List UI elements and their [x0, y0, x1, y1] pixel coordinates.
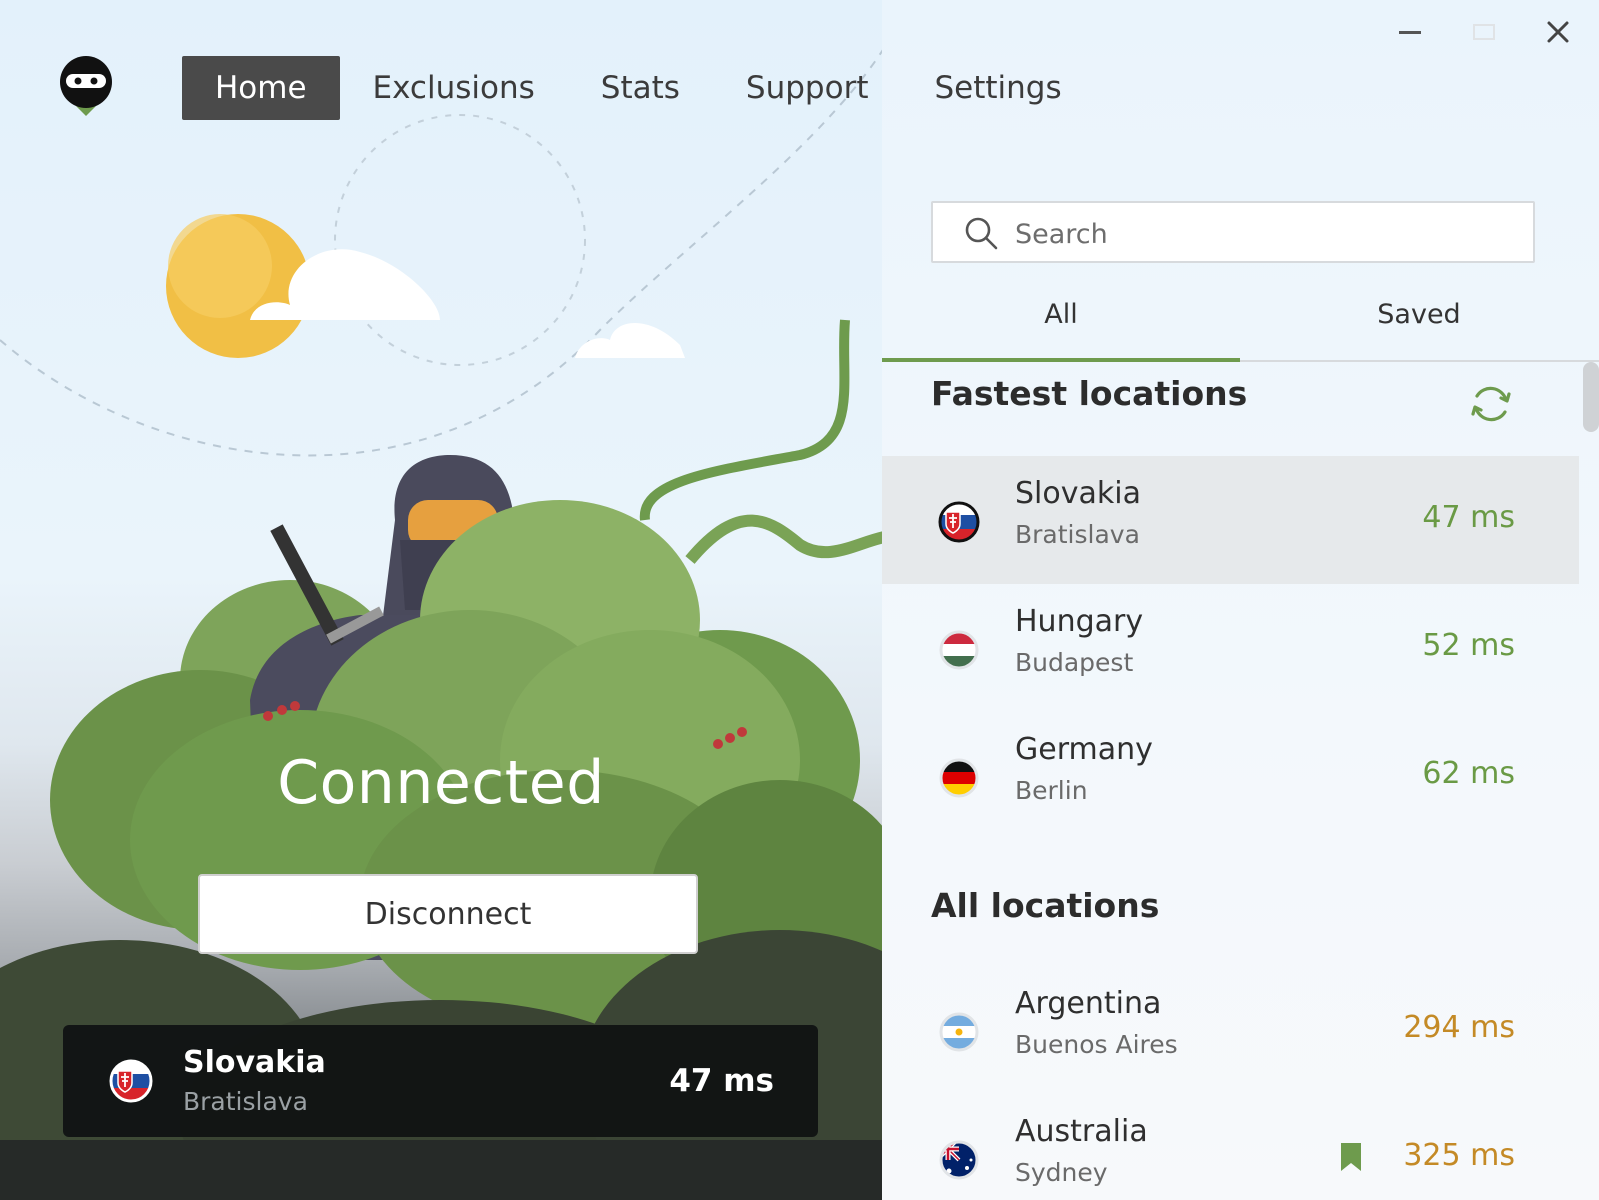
location-ping: 294 ms	[1403, 1010, 1515, 1045]
location-row-germany[interactable]: Germany Berlin 62 ms	[882, 712, 1579, 840]
nav-tab-exclusions[interactable]: Exclusions	[340, 56, 568, 120]
flag-slovakia-icon	[109, 1059, 153, 1103]
maximize-icon	[1473, 24, 1495, 40]
maximize-button[interactable]	[1454, 14, 1514, 50]
flag-germany-icon	[939, 758, 979, 798]
location-country: Slovakia	[1015, 476, 1141, 511]
location-ping: 47 ms	[1422, 500, 1515, 535]
flag-argentina-icon	[939, 1012, 979, 1052]
location-city: Bratislava	[1015, 520, 1140, 549]
location-list: Fastest locations Slovakia Bratislava 47…	[882, 362, 1579, 1200]
current-location-card[interactable]: Slovakia Bratislava 47 ms	[63, 1025, 818, 1137]
location-row-slovakia[interactable]: Slovakia Bratislava 47 ms	[882, 456, 1579, 584]
flag-australia-icon	[939, 1140, 979, 1180]
ninja-forest-illustration	[0, 49, 882, 1200]
nav-tab-settings[interactable]: Settings	[901, 56, 1094, 120]
location-country: Argentina	[1015, 986, 1162, 1021]
nav-tab-home[interactable]: Home	[182, 56, 340, 120]
minimize-button[interactable]	[1380, 14, 1440, 50]
location-row-hungary[interactable]: Hungary Budapest 52 ms	[882, 584, 1579, 712]
ninja-logo-icon	[60, 56, 112, 116]
location-country: Germany	[1015, 732, 1153, 767]
location-ping: 62 ms	[1422, 756, 1515, 791]
disconnect-button[interactable]: Disconnect	[198, 874, 698, 954]
location-city: Berlin	[1015, 776, 1088, 805]
location-country: Hungary	[1015, 604, 1144, 639]
current-city: Bratislava	[183, 1087, 308, 1116]
search-icon	[965, 217, 998, 250]
cloud-icon	[575, 322, 685, 358]
search-input[interactable]	[1013, 213, 1517, 255]
current-country: Slovakia	[183, 1045, 326, 1080]
app-logo	[56, 52, 116, 122]
nav-tab-support[interactable]: Support	[713, 56, 902, 120]
all-locations-title: All locations	[931, 886, 1160, 925]
location-country: Australia	[1015, 1114, 1148, 1149]
nav-tab-stats[interactable]: Stats	[568, 56, 713, 120]
tab-saved[interactable]: Saved	[1240, 290, 1598, 360]
location-city: Budapest	[1015, 648, 1134, 677]
close-button[interactable]	[1528, 14, 1588, 50]
connection-status-title: Connected	[277, 748, 605, 818]
location-row-australia[interactable]: Australia Sydney 325 ms	[882, 1094, 1579, 1200]
scrollbar-thumb[interactable]	[1583, 362, 1599, 432]
location-city: Buenos Aires	[1015, 1030, 1178, 1059]
minimize-icon	[1399, 30, 1421, 34]
location-list-scrollbar[interactable]	[1581, 362, 1599, 1200]
location-city: Sydney	[1015, 1158, 1108, 1187]
location-ping: 325 ms	[1403, 1138, 1515, 1173]
current-ping: 47 ms	[669, 1063, 774, 1099]
close-icon	[1547, 21, 1569, 43]
bookmark-icon[interactable]	[1340, 1142, 1362, 1172]
location-ping: 52 ms	[1422, 628, 1515, 663]
main-nav: Home Exclusions Stats Support Settings	[182, 56, 1095, 120]
hero-illustration-panel	[0, 0, 882, 1200]
fastest-locations-title: Fastest locations	[931, 374, 1248, 413]
tab-all[interactable]: All	[882, 290, 1240, 360]
search-box	[931, 201, 1535, 263]
refresh-icon[interactable]	[1467, 380, 1515, 428]
flag-hungary-icon	[939, 630, 979, 670]
flag-slovakia-icon	[938, 501, 980, 543]
location-row-argentina[interactable]: Argentina Buenos Aires 294 ms	[882, 966, 1579, 1094]
location-filter-tabs: All Saved	[882, 290, 1599, 362]
